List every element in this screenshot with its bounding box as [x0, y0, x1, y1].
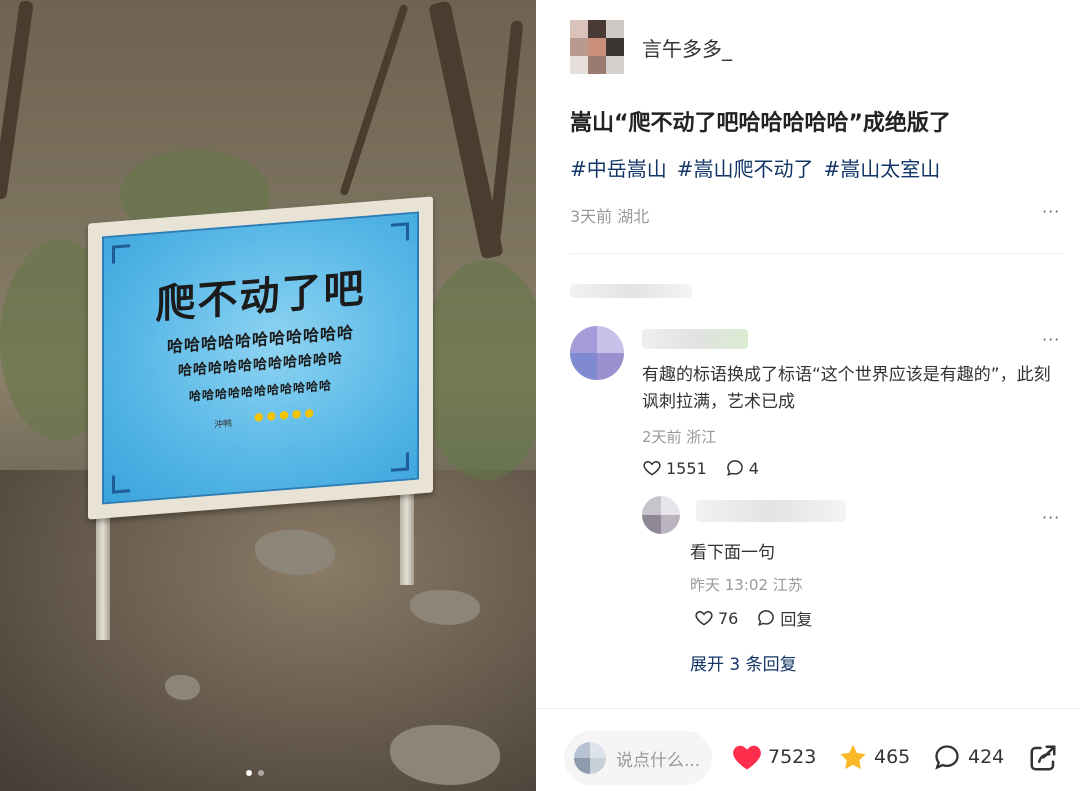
expand-replies-link[interactable]: 展开 3 条回复: [690, 650, 797, 675]
comment-meta: 2天前 浙江: [642, 428, 717, 446]
divider: [570, 253, 1064, 254]
comment-reply-button[interactable]: 4: [725, 458, 759, 478]
sign-corner: [112, 474, 130, 494]
author-row[interactable]: 言午多多_: [570, 20, 732, 74]
post-detail-panel: 言午多多_ 嵩山“爬不动了吧哈哈哈哈哈”成绝版了 #中岳嵩山 #嵩山爬不动了 #…: [536, 0, 1080, 791]
collect-button[interactable]: 465: [838, 743, 910, 771]
comment-count: 424: [968, 746, 1005, 768]
reply-reply-button[interactable]: 回复: [756, 606, 812, 630]
post-tags: #中岳嵩山 #嵩山爬不动了 #嵩山太室山: [570, 153, 940, 182]
star-icon: [840, 744, 866, 770]
sign-chick-icons: ●●●●●: [254, 405, 317, 424]
like-button[interactable]: 7523: [732, 743, 816, 771]
tag-link[interactable]: #嵩山太室山: [824, 153, 941, 182]
comment-text: 有趣的标语换成了标语“这个世界应该是有趣的”，此刻讽刺拉满，艺术已成: [642, 365, 1051, 412]
more-icon[interactable]: ···: [1042, 202, 1060, 221]
comment-count-blurred: [570, 284, 692, 298]
share-icon: [1030, 745, 1056, 771]
author-avatar[interactable]: [570, 20, 624, 74]
more-icon[interactable]: ···: [1042, 508, 1060, 527]
reply-like-button[interactable]: 76: [694, 608, 738, 628]
like-count: 1551: [666, 458, 707, 478]
carousel-dot[interactable]: [246, 770, 252, 776]
collect-count: 465: [874, 746, 911, 768]
reply-count: 4: [748, 458, 759, 478]
comment-button[interactable]: 424: [932, 743, 1004, 771]
sign-corner: [391, 222, 409, 242]
comment-like-button[interactable]: 1551: [642, 458, 707, 478]
tag-link[interactable]: #嵩山爬不动了: [677, 153, 814, 182]
post-meta: 3天前 湖北: [570, 207, 650, 226]
reply-meta: 昨天 13:02 江苏: [690, 576, 803, 594]
post-title: 嵩山“爬不动了吧哈哈哈哈哈”成绝版了: [570, 111, 951, 136]
sign-face: 爬不动了吧 哈哈哈哈哈哈哈哈哈哈哈 哈哈哈哈哈哈哈哈哈哈哈 哈哈哈哈哈哈哈哈哈哈…: [102, 211, 419, 505]
carousel-indicator[interactable]: [246, 770, 264, 776]
photo-tree: [339, 3, 409, 197]
share-button[interactable]: [1028, 743, 1058, 777]
comment-icon: [935, 745, 959, 770]
more-icon[interactable]: ···: [1042, 330, 1060, 349]
carousel-dot[interactable]: [258, 770, 264, 776]
comment-input-placeholder: 说点什么...: [616, 750, 701, 771]
photo-tree: [0, 0, 34, 201]
photo-rock: [165, 675, 200, 700]
author-name[interactable]: 言午多多_: [642, 33, 732, 62]
tag-link[interactable]: #中岳嵩山: [570, 153, 667, 182]
photo-tree: [488, 19, 524, 241]
reply-label: 回复: [780, 610, 813, 629]
heart-icon: [695, 610, 713, 626]
like-count: 7523: [768, 746, 817, 768]
commenter-name-blurred: [642, 329, 748, 349]
engagement-bar: 说点什么... 7523 465 424: [536, 708, 1080, 791]
post-photo[interactable]: 爬不动了吧 哈哈哈哈哈哈哈哈哈哈哈 哈哈哈哈哈哈哈哈哈哈哈 哈哈哈哈哈哈哈哈哈哈…: [0, 0, 536, 791]
comment-icon: [758, 610, 775, 626]
sign-board: 爬不动了吧 哈哈哈哈哈哈哈哈哈哈哈 哈哈哈哈哈哈哈哈哈哈哈 哈哈哈哈哈哈哈哈哈哈…: [88, 196, 433, 520]
replier-name-blurred: [696, 500, 846, 522]
photo-grass: [420, 260, 536, 480]
comment-actions: 1551 4: [642, 458, 759, 478]
comment-icon: [726, 460, 743, 476]
sign-signature: 沖鸭: [214, 419, 233, 431]
comment-input[interactable]: 说点什么...: [564, 731, 712, 785]
heart-icon: [733, 745, 761, 770]
sign-corner: [112, 244, 130, 264]
reply-actions: 76 回复: [694, 606, 812, 630]
reply-text: 看下面一句: [690, 543, 775, 563]
heart-icon: [643, 460, 661, 476]
replier-avatar[interactable]: [642, 496, 680, 534]
sign-corner: [391, 452, 409, 472]
commenter-avatar[interactable]: [570, 326, 624, 380]
user-avatar: [574, 742, 606, 774]
like-count: 76: [718, 608, 739, 628]
